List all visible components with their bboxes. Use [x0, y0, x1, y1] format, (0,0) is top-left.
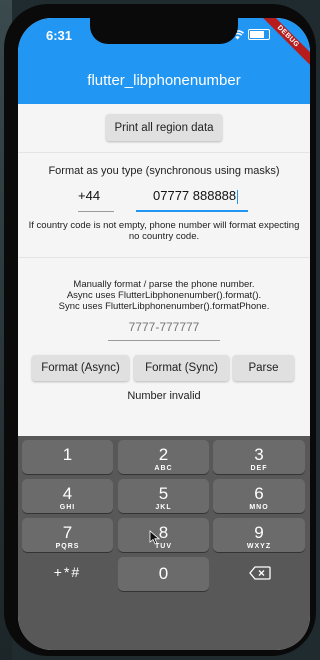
- backspace-icon: [249, 566, 271, 580]
- format-heading: Format as you type (synchronous using ma…: [48, 165, 280, 177]
- country-code-value: +44: [78, 188, 101, 203]
- debug-banner: DEBUG: [250, 18, 310, 74]
- status-time: 6:31: [46, 28, 73, 43]
- key-2[interactable]: 2 ABC: [118, 440, 209, 474]
- key-letters: DEF: [250, 465, 268, 472]
- key-0[interactable]: 0: [118, 557, 209, 591]
- section-divider: [18, 257, 310, 258]
- key-letters: PQRS: [55, 543, 80, 550]
- manual-line-3: Sync uses FlutterLibphonenumber().format…: [58, 301, 270, 312]
- manual-line-1: Manually format / parse the phone number…: [73, 279, 255, 290]
- manual-phone-input[interactable]: [108, 316, 220, 338]
- format-note: If country code is not empty, phone numb…: [28, 220, 300, 242]
- key-5[interactable]: 5 JKL: [118, 479, 209, 513]
- key-7[interactable]: 7 PQRS: [22, 518, 113, 552]
- phone-number-input[interactable]: 07777 888888: [153, 188, 239, 204]
- key-number: 6: [254, 484, 264, 503]
- key-6[interactable]: 6 MNO: [213, 479, 305, 513]
- manual-line-2: Async uses FlutterLibphonenumber().forma…: [66, 290, 262, 301]
- key-8[interactable]: 8 TUV: [118, 518, 209, 552]
- text-caret: [237, 189, 239, 204]
- key-number: 3: [254, 445, 264, 464]
- key-letters: JKL: [155, 504, 172, 511]
- country-code-input[interactable]: +44: [78, 188, 100, 203]
- key-number: 0: [158, 564, 169, 583]
- print-region-data-button[interactable]: Print all region data: [106, 114, 222, 141]
- notch: [90, 18, 238, 44]
- parse-result: Number invalid: [127, 390, 201, 402]
- key-number: 7: [62, 523, 73, 542]
- format-sync-button[interactable]: Format (Sync): [134, 355, 229, 381]
- format-async-button[interactable]: Format (Async): [32, 355, 129, 381]
- key-number: 2: [158, 445, 169, 464]
- key-number: 8: [158, 523, 169, 542]
- key-number: 1: [62, 445, 73, 464]
- key-letters: TUV: [155, 543, 172, 550]
- country-code-underline: [78, 211, 114, 212]
- key-4[interactable]: 4 GHI: [22, 479, 113, 513]
- parse-button[interactable]: Parse: [233, 355, 294, 381]
- key-number: 5: [158, 484, 169, 503]
- key-number: 4: [62, 484, 73, 503]
- backspace-key[interactable]: [248, 566, 272, 582]
- key-letters: MNO: [249, 504, 269, 511]
- phone-frame: 6:31 DEBUG flutter_libphonenumber Print …: [4, 4, 316, 656]
- key-1[interactable]: 1: [22, 440, 113, 474]
- key-letters: GHI: [59, 504, 76, 511]
- app-bar: 6:31 DEBUG flutter_libphonenumber: [18, 18, 310, 104]
- key-number: 9: [254, 523, 264, 542]
- app-title: flutter_libphonenumber: [87, 72, 241, 89]
- mouse-cursor-icon: [149, 530, 160, 545]
- battery-icon: [248, 29, 270, 40]
- section-divider: [18, 152, 310, 153]
- key-letters: ABC: [154, 465, 173, 472]
- key-letters: WXYZ: [246, 543, 272, 550]
- key-9[interactable]: 9 WXYZ: [213, 518, 305, 552]
- key-symbols[interactable]: +*#: [22, 564, 113, 580]
- phone-number-value: 07777 888888: [153, 188, 237, 203]
- numeric-keyboard: 1 2 ABC 3 DEF 4 GHI 5 JKL 6 MNO 7 PQRS 8…: [18, 436, 310, 650]
- key-3[interactable]: 3 DEF: [213, 440, 305, 474]
- phone-number-underline: [136, 210, 248, 212]
- manual-input-underline: [108, 340, 220, 341]
- app-screen: 6:31 DEBUG flutter_libphonenumber Print …: [18, 18, 310, 650]
